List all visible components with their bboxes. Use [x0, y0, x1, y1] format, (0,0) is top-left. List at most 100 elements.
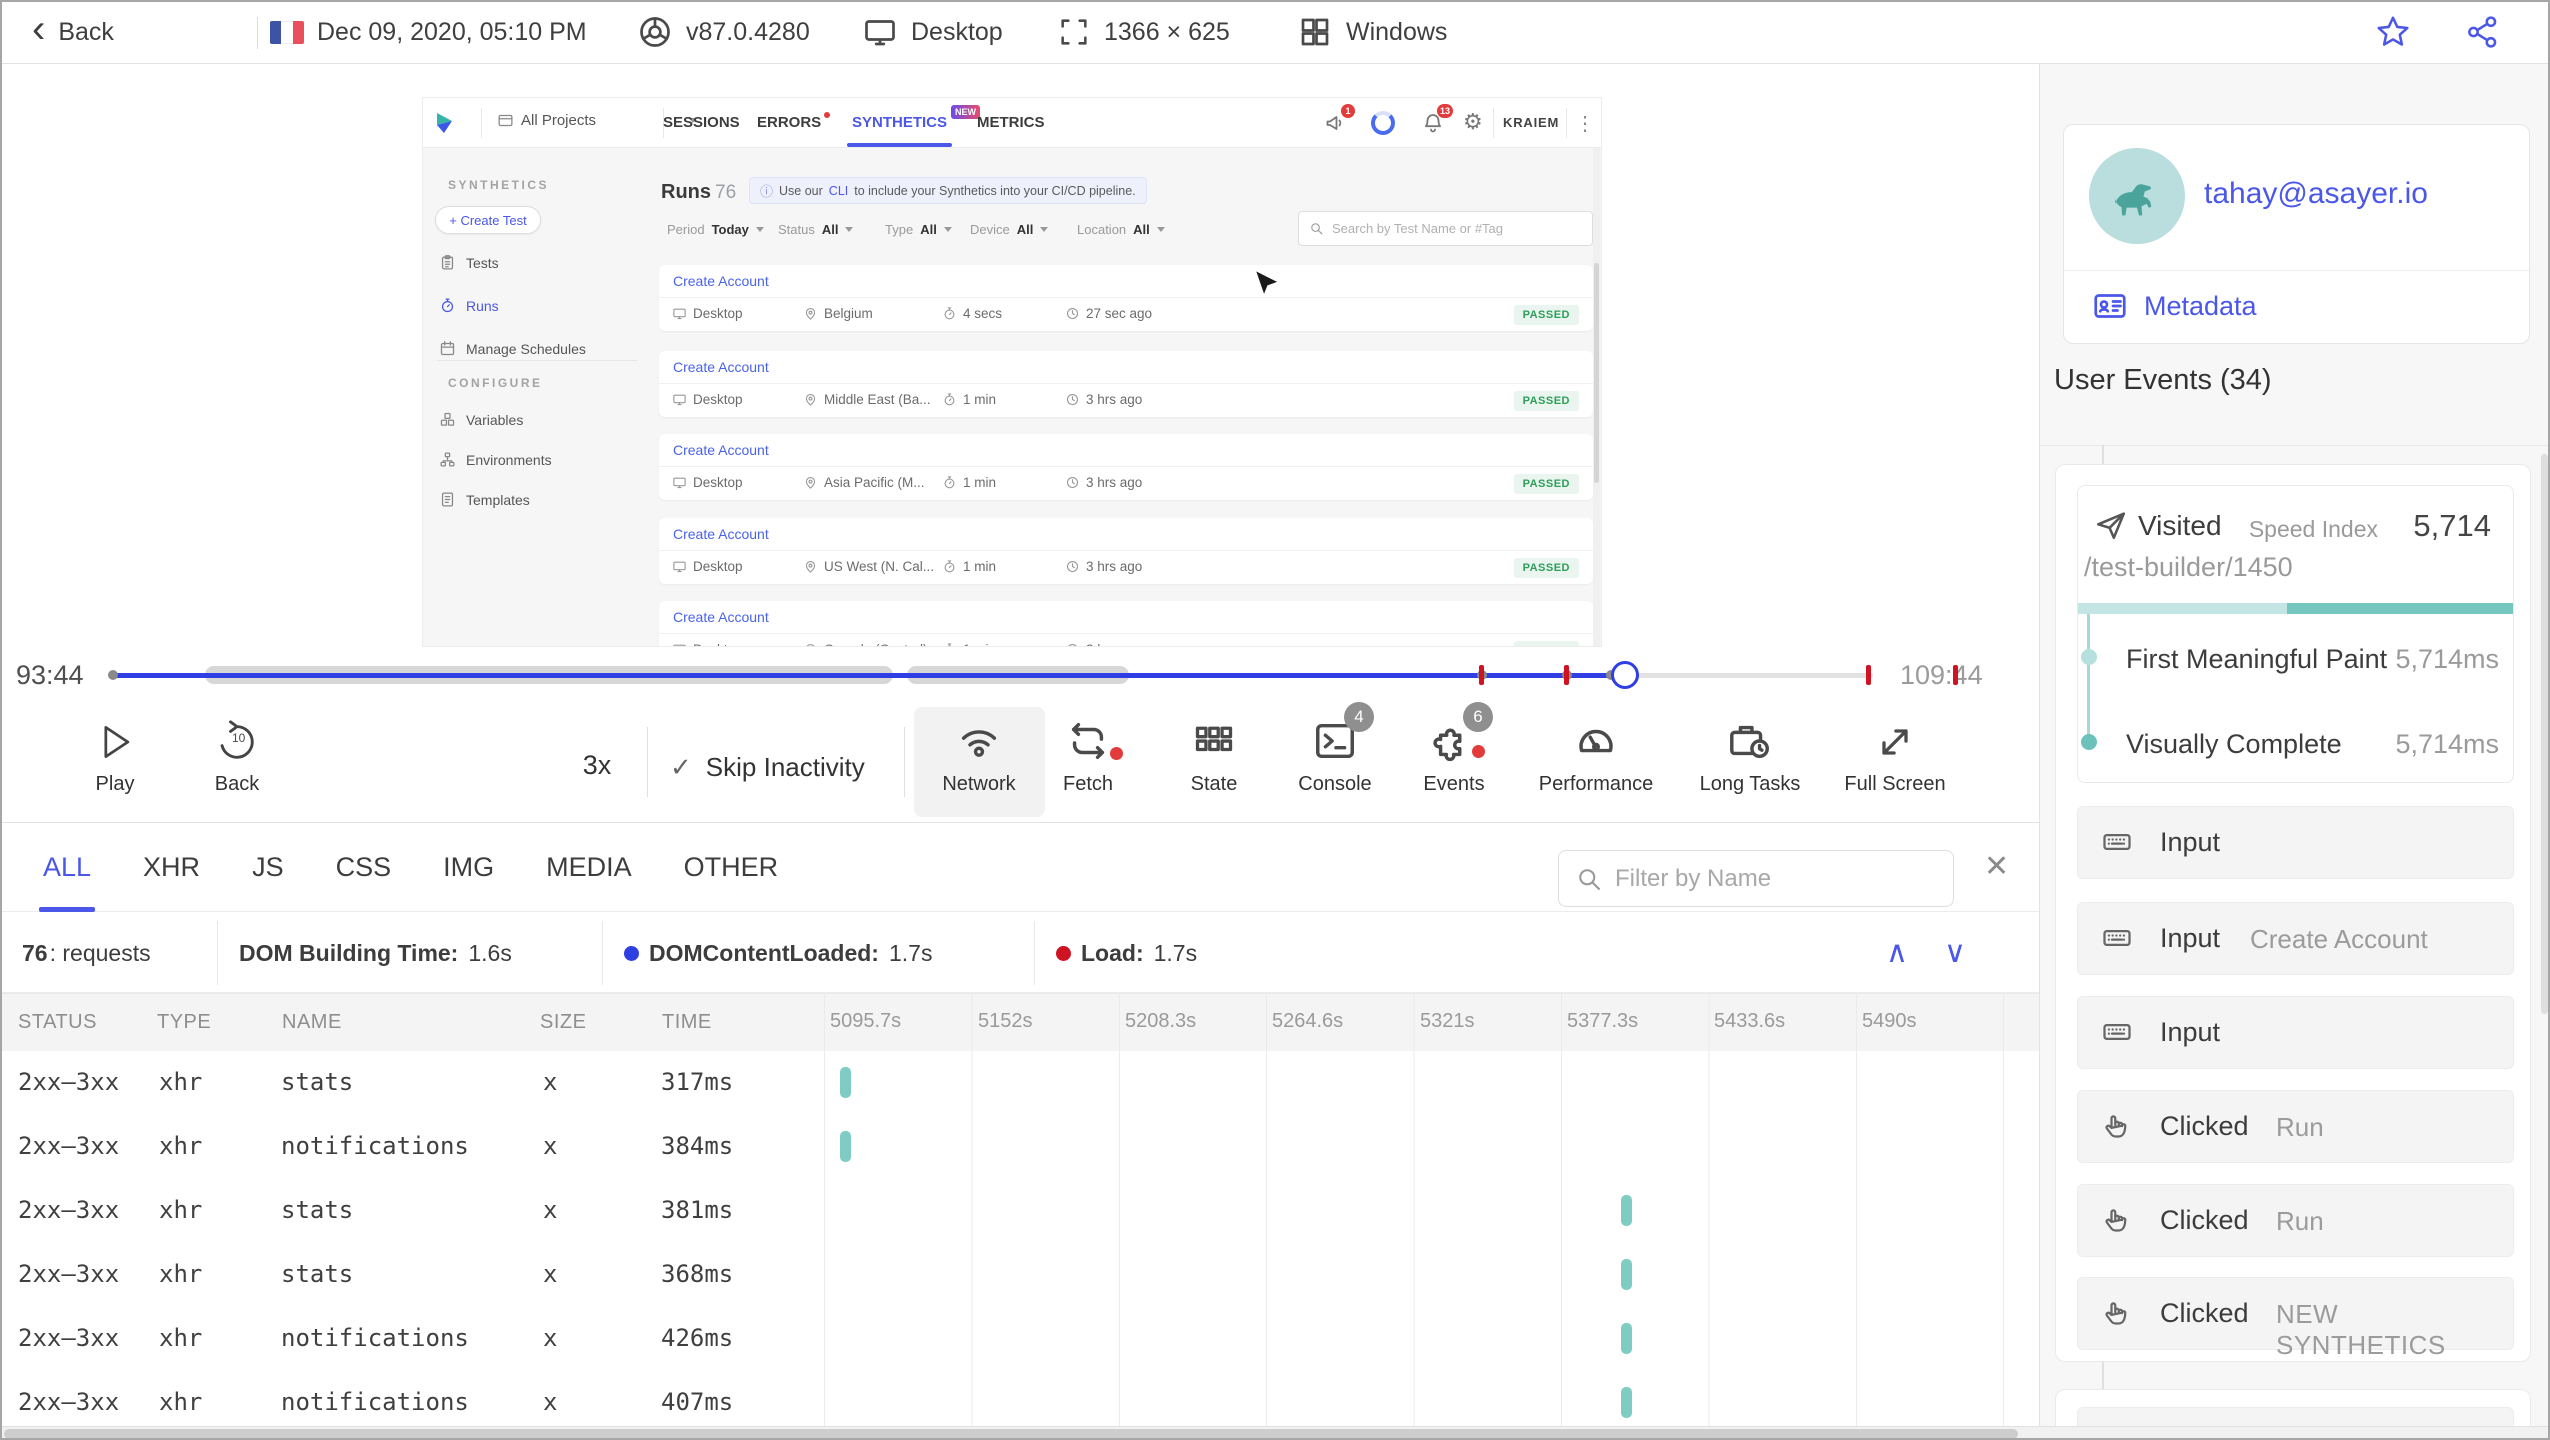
- tab-sessions[interactable]: SESSIONS: [663, 98, 740, 147]
- network-tab-other[interactable]: OTHER: [684, 823, 779, 912]
- sidebar-item-manage-schedules[interactable]: Manage Schedules: [439, 340, 586, 357]
- share-button[interactable]: [2464, 2, 2502, 62]
- run-card[interactable]: Create Account Desktop US West (N. Cal..…: [659, 518, 1593, 584]
- back-10s-button[interactable]: 10 Back: [181, 712, 293, 812]
- table-row[interactable]: 2xx–3xx xhr notifications x 384ms: [2, 1115, 2039, 1179]
- timeline-playhead[interactable]: [1610, 661, 1639, 689]
- tab-synthetics[interactable]: SYNTHETICS NEW: [847, 98, 981, 147]
- play-icon: [93, 720, 137, 764]
- cli-link[interactable]: CLI: [829, 184, 848, 198]
- panel-button-console[interactable]: 4 Console: [1279, 702, 1391, 812]
- notifications-button[interactable]: 13: [1421, 104, 1453, 135]
- scrollbar-thumb[interactable]: [4, 1429, 2018, 1438]
- event-label: Clicked: [2160, 1111, 2249, 1141]
- jump-previous-button[interactable]: ∧: [1886, 935, 1908, 970]
- panel-button-state[interactable]: State: [1158, 712, 1270, 812]
- event-item-clicked[interactable]: Clicked Run: [2077, 1184, 2514, 1257]
- settings-button[interactable]: ⚙: [1463, 111, 1483, 133]
- close-panel-button[interactable]: ✕: [1984, 849, 2009, 884]
- network-tab-img[interactable]: IMG: [443, 823, 494, 912]
- kebab-menu[interactable]: ⋮: [1575, 111, 1595, 136]
- panel-button-fetch[interactable]: Fetch: [1032, 712, 1144, 812]
- run-card[interactable]: Create Account Desktop Canada (Central) …: [659, 601, 1593, 646]
- network-tab-js[interactable]: JS: [252, 823, 284, 912]
- panel-button-performance[interactable]: Performance: [1539, 712, 1653, 812]
- card-divider: [659, 633, 1593, 634]
- filter-location[interactable]: Location All: [1077, 222, 1165, 237]
- tab-metrics[interactable]: METRICS: [977, 98, 1045, 147]
- filter-by-name-input[interactable]: [1615, 864, 1937, 893]
- run-card[interactable]: Create Account Desktop Belgium 4 secs 27…: [659, 265, 1593, 331]
- banner-text: Use our: [779, 183, 823, 198]
- run-time-ago: 27 sec ago: [1086, 306, 1153, 321]
- event-item-input[interactable]: Input: [2077, 996, 2514, 1069]
- metadata-button[interactable]: Metadata: [2092, 288, 2257, 324]
- session-player-window: ‹ Back Dec 09, 2020, 05:10 PM v87.0.4280…: [0, 0, 2550, 1440]
- play-button[interactable]: Play: [59, 712, 171, 812]
- horizontal-scrollbar[interactable]: [2, 1426, 2548, 1438]
- run-title-link[interactable]: Create Account: [673, 526, 769, 542]
- sidebar-item-templates[interactable]: Templates: [439, 491, 530, 508]
- event-item-input[interactable]: Input Create Account: [2077, 902, 2514, 975]
- announcements-button[interactable]: 1: [1323, 104, 1355, 135]
- table-row[interactable]: 2xx–3xx xhr stats x 317ms: [2, 1051, 2039, 1115]
- jump-next-button[interactable]: ∨: [1944, 935, 1966, 970]
- table-row[interactable]: 2xx–3xx xhr stats x 368ms: [2, 1243, 2039, 1307]
- tab-errors[interactable]: ERRORS: [757, 98, 831, 147]
- skip-inactivity-toggle[interactable]: ✓ Skip Inactivity: [670, 752, 865, 783]
- filter-by-name-box[interactable]: [1558, 850, 1954, 907]
- table-row[interactable]: 2xx–3xx xhr notifications x 426ms: [2, 1307, 2039, 1371]
- run-title-link[interactable]: Create Account: [673, 609, 769, 625]
- test-search-box[interactable]: [1298, 211, 1593, 246]
- filter-period[interactable]: Period Today: [667, 222, 764, 237]
- user-email-link[interactable]: tahay@asayer.io: [2204, 177, 2428, 211]
- event-item-clicked[interactable]: Clicked Run: [2077, 1090, 2514, 1163]
- panel-button-network[interactable]: Network: [923, 712, 1035, 812]
- sidebar-item-environments[interactable]: Environments: [439, 451, 552, 468]
- network-tab-all[interactable]: ALL: [38, 823, 96, 912]
- event-item-clicked[interactable]: Clicked NEW SYNTHETICS: [2077, 1277, 2514, 1360]
- event-connector: [2102, 1362, 2104, 1389]
- browser-version: v87.0.4280: [686, 17, 810, 46]
- filter-status[interactable]: Status All: [778, 222, 854, 237]
- sidebar-item-runs[interactable]: Runs: [439, 297, 499, 314]
- back-label: Back: [58, 17, 114, 46]
- user-menu[interactable]: KRAIEM: [1503, 115, 1559, 130]
- panel-button-long-tasks[interactable]: Long Tasks: [1694, 712, 1806, 812]
- sidebar-scrollbar[interactable]: [2541, 454, 2548, 1014]
- create-test-button[interactable]: + Create Test: [435, 206, 541, 234]
- table-row[interactable]: 2xx–3xx xhr notifications x 407ms: [2, 1371, 2039, 1426]
- fullscreen-icon: [1873, 720, 1917, 764]
- event-detail: Run: [2276, 1112, 2324, 1142]
- run-title-link[interactable]: Create Account: [673, 442, 769, 458]
- panel-button-events[interactable]: 6 Events: [1398, 702, 1510, 812]
- test-search-input[interactable]: [1332, 221, 1582, 236]
- run-card[interactable]: Create Account Desktop Middle East (Ba..…: [659, 351, 1593, 417]
- network-tab-css[interactable]: CSS: [336, 823, 392, 912]
- playback-speed-button[interactable]: 3x: [562, 750, 632, 781]
- dcl-summary: DOMContentLoaded: 1.7s: [624, 913, 932, 993]
- event-label: Clicked: [2160, 1298, 2249, 1328]
- network-tab-xhr[interactable]: XHR: [143, 823, 200, 912]
- timeline-track[interactable]: [108, 658, 1958, 692]
- run-title-link[interactable]: Create Account: [673, 359, 769, 375]
- table-row[interactable]: 2xx–3xx xhr stats x 381ms: [2, 1179, 2039, 1243]
- load-dot-icon: [1056, 945, 1071, 961]
- run-duration: 4 secs: [963, 306, 1003, 321]
- control-label: Long Tasks: [1699, 773, 1801, 795]
- visited-event-card[interactable]: Visited Speed Index 5,714 /test-builder/…: [2077, 485, 2514, 783]
- app-scrollbar[interactable]: [1593, 148, 1600, 646]
- filter-device[interactable]: Device All: [970, 222, 1049, 237]
- sidebar-item-variables[interactable]: Variables: [439, 411, 523, 428]
- run-card[interactable]: Create Account Desktop Asia Pacific (M..…: [659, 434, 1593, 500]
- event-item-input[interactable]: Input: [2077, 806, 2514, 879]
- player-controls: Play 10 Back 3x ✓ Skip Inactivity Networ…: [2, 702, 2039, 823]
- filter-type[interactable]: Type All: [885, 222, 952, 237]
- scrollbar-thumb[interactable]: [1594, 263, 1599, 483]
- network-tab-media[interactable]: MEDIA: [546, 823, 632, 912]
- full-screen-button[interactable]: Full Screen: [1839, 712, 1951, 812]
- back-button[interactable]: ‹ Back: [32, 2, 114, 62]
- run-title-link[interactable]: Create Account: [673, 273, 769, 289]
- sidebar-item-tests[interactable]: Tests: [439, 254, 499, 271]
- favorite-button[interactable]: [2374, 2, 2412, 62]
